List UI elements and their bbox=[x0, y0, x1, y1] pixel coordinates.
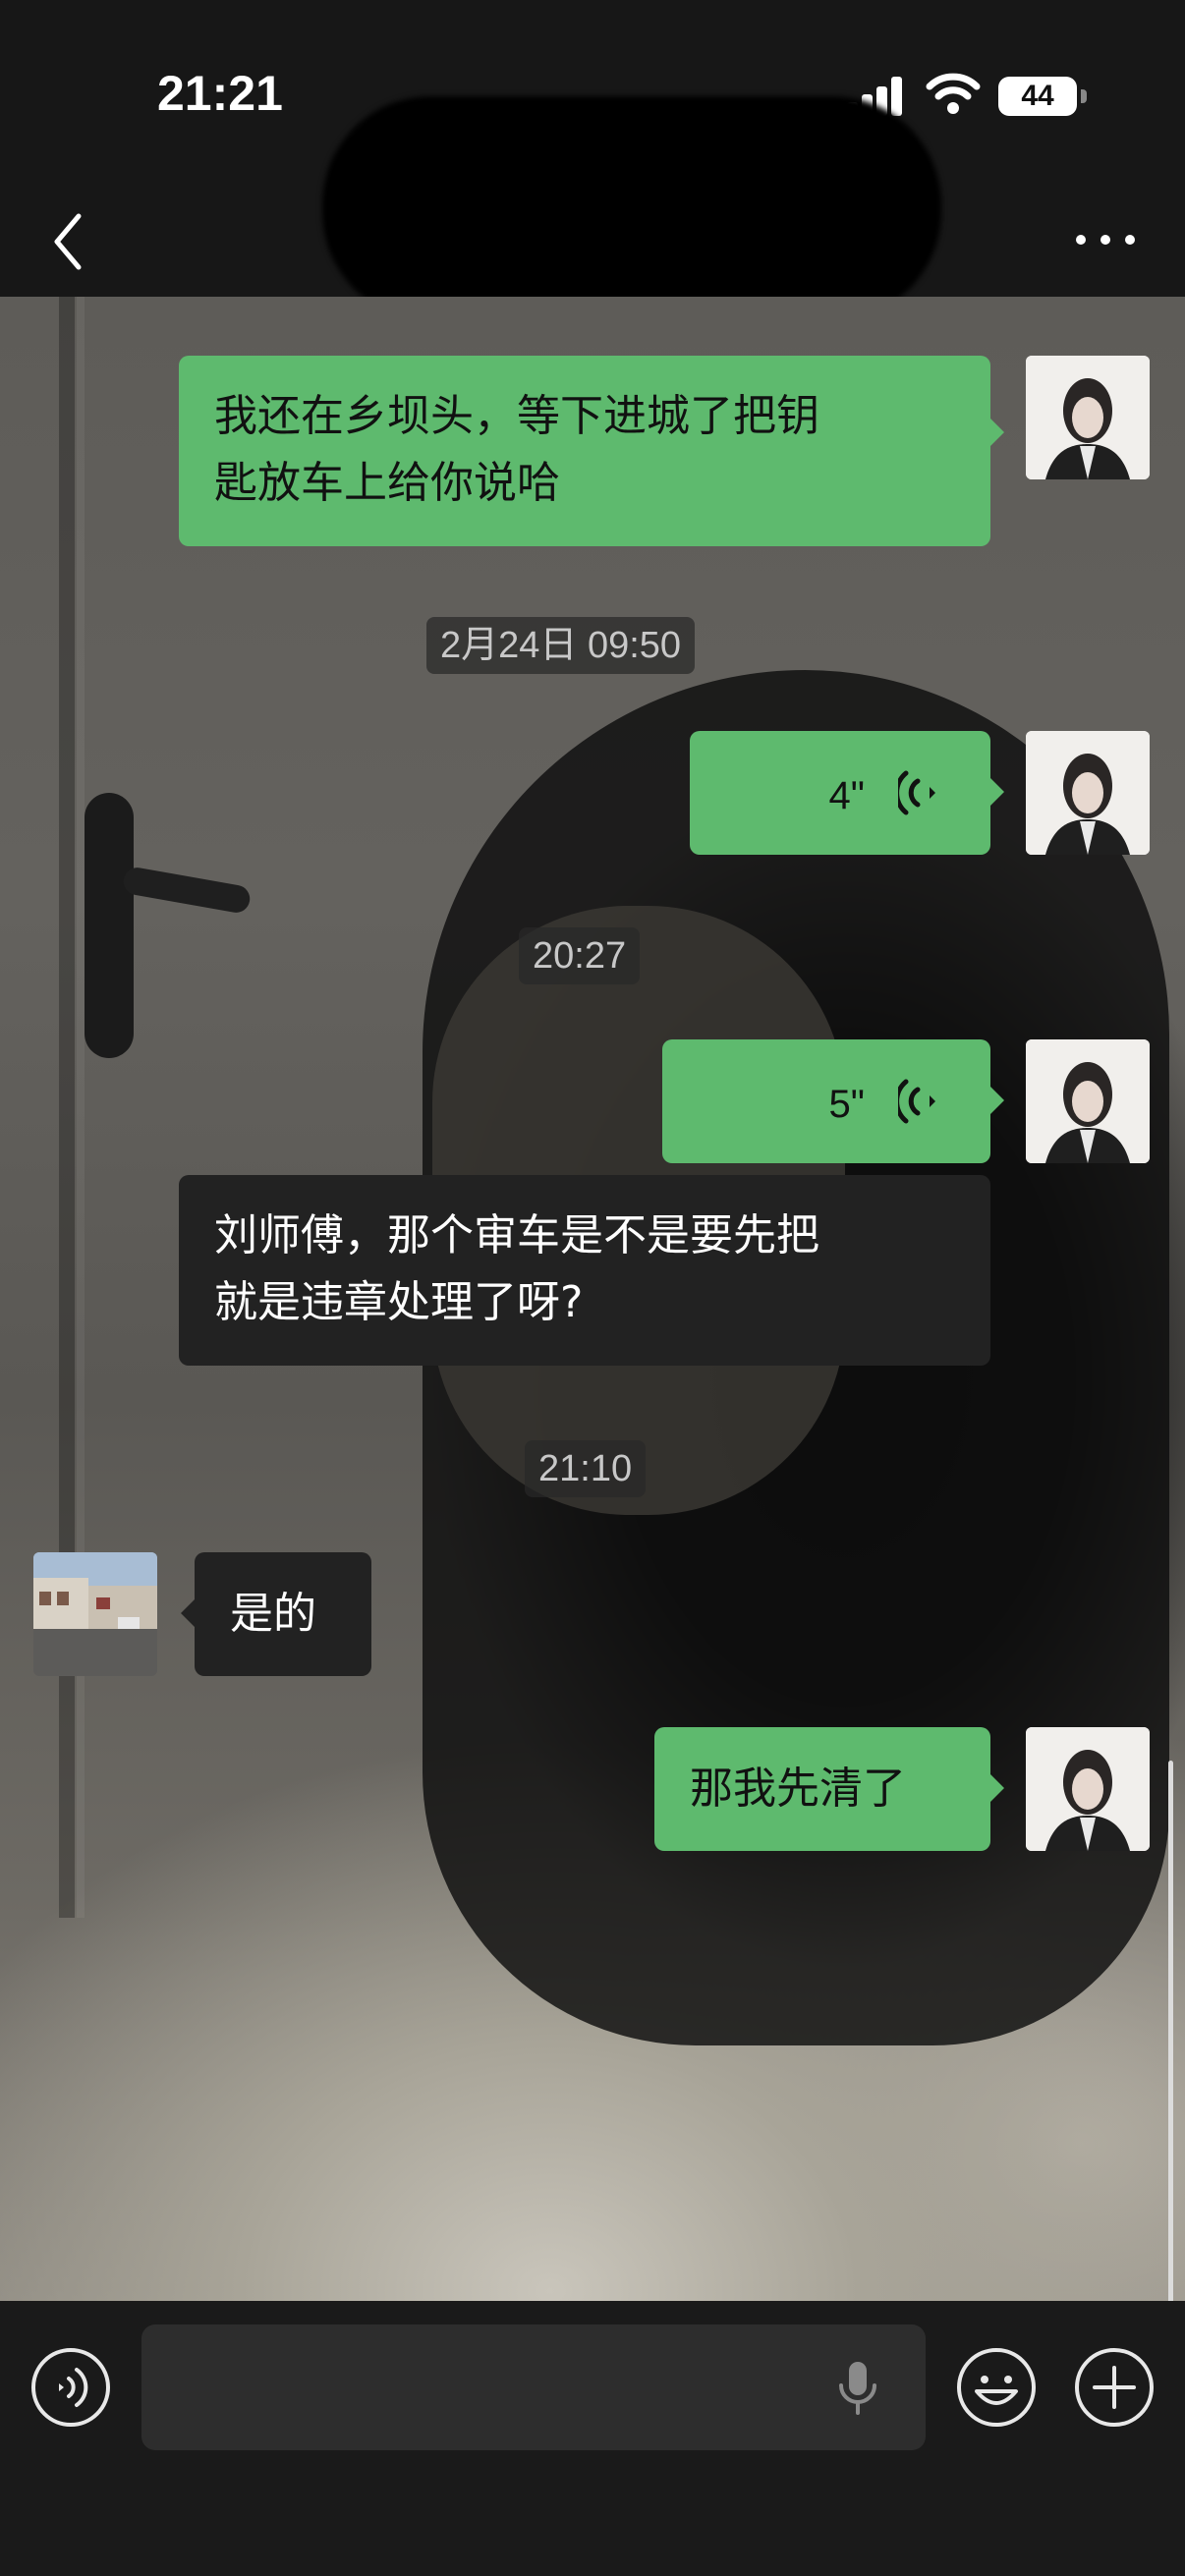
plus-icon[interactable] bbox=[1073, 2346, 1156, 2429]
voice-wave-icon bbox=[898, 1079, 935, 1124]
voice-duration: 5" bbox=[828, 1083, 865, 1126]
message-line: 刘师傅，那个审车是不是要先把 bbox=[214, 1210, 819, 1260]
avatar-contact[interactable] bbox=[33, 1552, 157, 1676]
avatar-portrait-icon bbox=[1026, 1039, 1150, 1163]
avatar-portrait-icon bbox=[1026, 1727, 1150, 1851]
chevron-left-icon[interactable] bbox=[43, 202, 102, 281]
message-bubble-incoming[interactable]: 是的 bbox=[195, 1552, 371, 1676]
voice-message-outgoing[interactable]: 4" bbox=[690, 731, 990, 855]
bubble-tail bbox=[990, 1774, 1004, 1802]
message-line: 我还在乡坝头，等下进城了把钥 bbox=[214, 391, 819, 441]
bubble-tail bbox=[990, 419, 1004, 446]
chat-scrollbar[interactable] bbox=[1168, 1761, 1173, 2301]
more-dots-icon[interactable] bbox=[1071, 228, 1140, 252]
microphone-icon[interactable] bbox=[835, 2358, 880, 2417]
avatar-street-photo-icon bbox=[33, 1552, 157, 1676]
message-bubble-outgoing[interactable]: 刘师傅，那个审车是不是要先把 就是违章处理了呀? bbox=[179, 1175, 990, 1366]
battery-indicator: 44 bbox=[998, 77, 1077, 116]
voice-wave-icon bbox=[898, 770, 935, 815]
message-line: 匙放车上给你说哈 bbox=[214, 458, 560, 508]
message-line: 就是违章处理了呀? bbox=[214, 1277, 584, 1327]
emoji-icon[interactable] bbox=[955, 2346, 1038, 2429]
avatar-self[interactable] bbox=[1026, 1727, 1150, 1851]
message-timestamp: 20:27 bbox=[519, 927, 641, 984]
battery-nub bbox=[1081, 89, 1087, 103]
message-line: 是的 bbox=[230, 1589, 316, 1639]
voice-message-outgoing[interactable]: 5" bbox=[662, 1039, 990, 1163]
message-input[interactable] bbox=[141, 2324, 926, 2450]
bubble-tail bbox=[990, 1087, 1004, 1114]
chat-header: 给 bbox=[0, 96, 1185, 320]
voice-mode-icon[interactable] bbox=[29, 2346, 112, 2429]
message-bubble-outgoing[interactable]: 我还在乡坝头，等下进城了把钥 匙放车上给你说哈 bbox=[179, 356, 990, 546]
status-time: 21:21 bbox=[157, 66, 283, 121]
bubble-tail bbox=[181, 1599, 195, 1627]
wifi-icon bbox=[926, 73, 981, 114]
avatar-self[interactable] bbox=[1026, 731, 1150, 855]
message-timestamp: 21:10 bbox=[525, 1440, 647, 1497]
redaction-mark bbox=[322, 96, 941, 320]
input-bar bbox=[0, 2301, 1185, 2576]
voice-duration: 4" bbox=[828, 774, 865, 817]
avatar-portrait-icon bbox=[1026, 731, 1150, 855]
bubble-tail bbox=[990, 778, 1004, 806]
message-timestamp: 2月24日 09:50 bbox=[426, 617, 696, 674]
message-line: 那我先清了 bbox=[690, 1764, 906, 1814]
avatar-portrait-icon bbox=[1026, 356, 1150, 479]
chat-area[interactable]: 我还在乡坝头，等下进城了把钥 匙放车上给你说哈 2月24日 09:50 4" 2… bbox=[0, 297, 1185, 2301]
message-bubble-outgoing[interactable]: 那我先清了 bbox=[654, 1727, 990, 1851]
avatar-self[interactable] bbox=[1026, 356, 1150, 479]
avatar-self[interactable] bbox=[1026, 1039, 1150, 1163]
